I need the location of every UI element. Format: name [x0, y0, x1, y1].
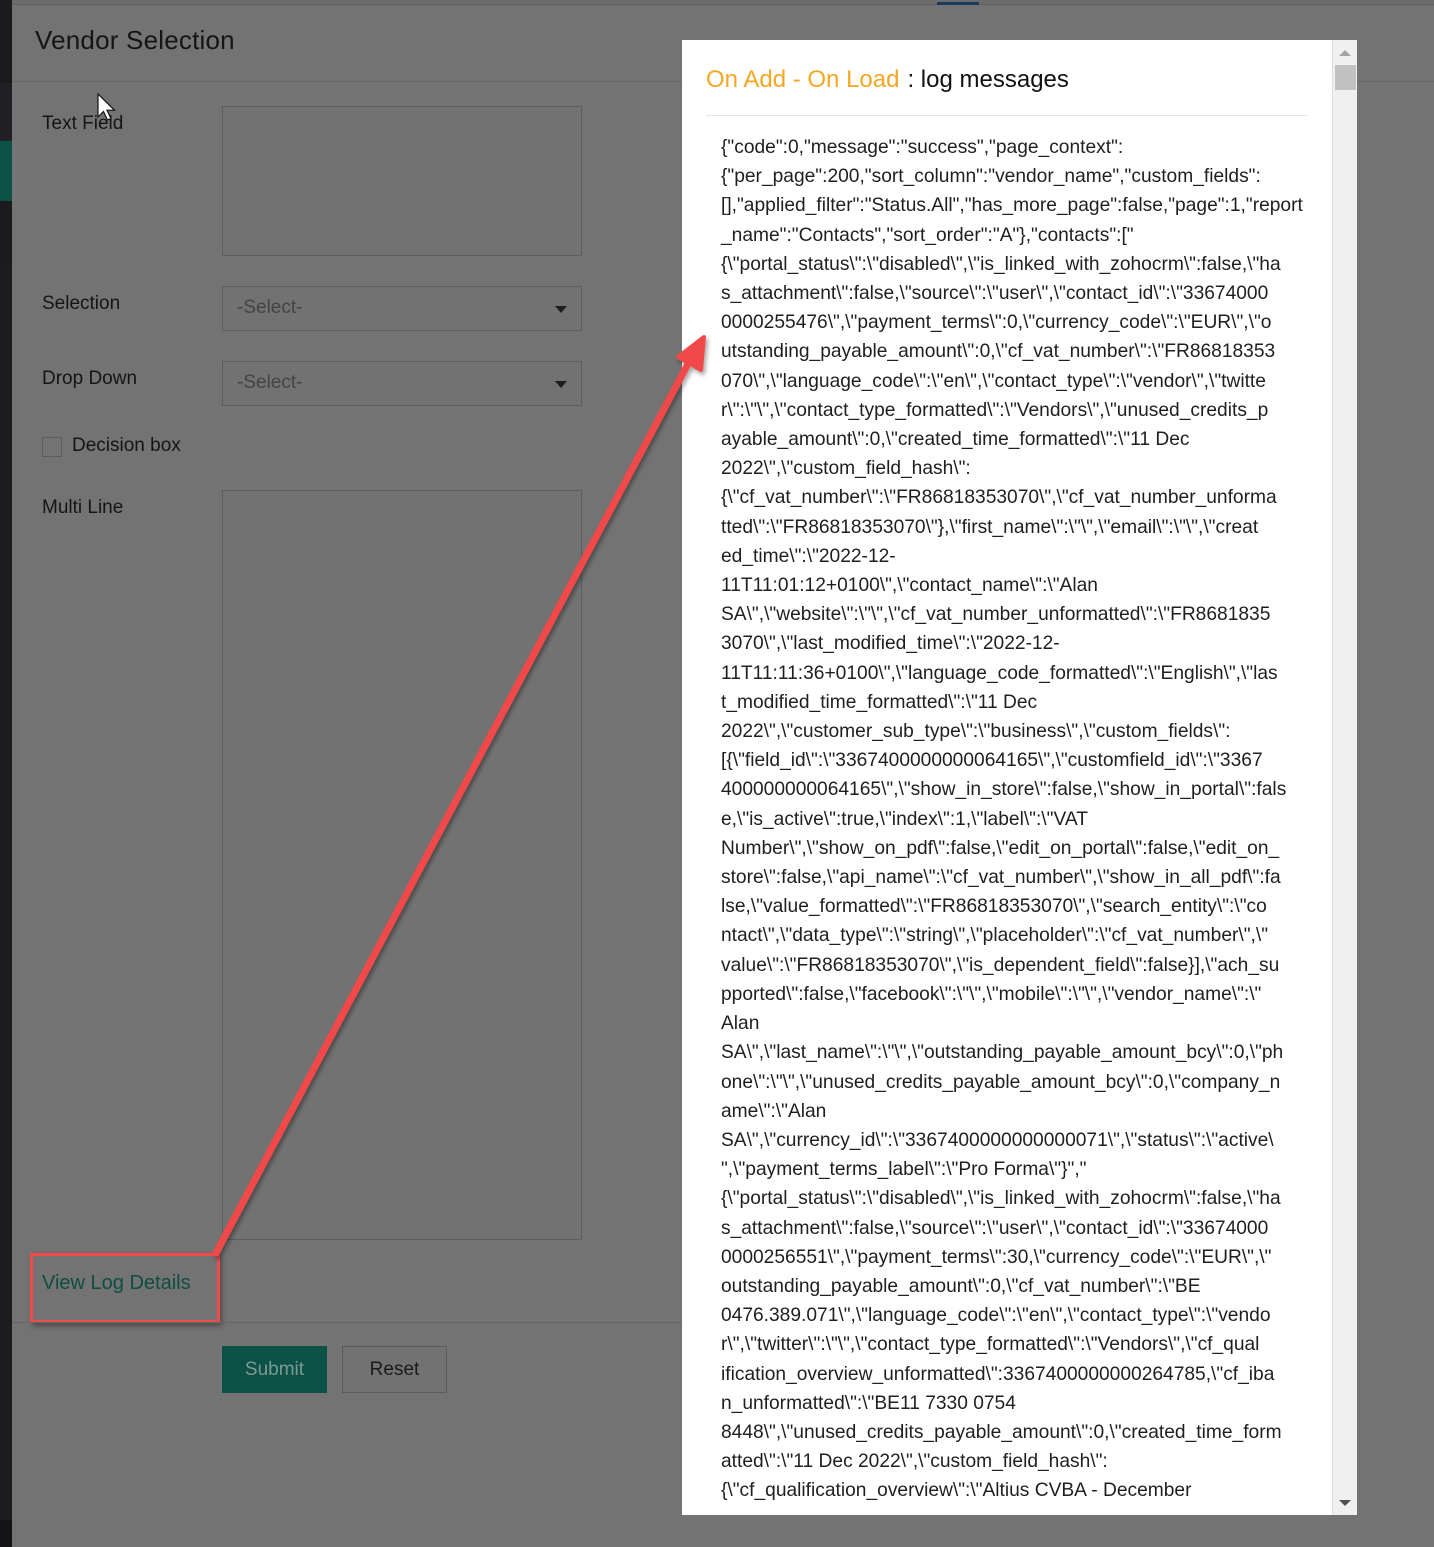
- mouse-pointer-icon: [97, 93, 116, 121]
- sidebar-segment: [0, 0, 12, 83]
- log-line: _name":"Contacts","sort_order":"A"},"con…: [721, 224, 1134, 246]
- log-line: [],"applied_filter":"Status.All","has_mo…: [721, 195, 1303, 217]
- log-line: s_attachment\":false,\"source\":\"user\"…: [721, 283, 1269, 305]
- decision-box-label: Decision box: [72, 435, 181, 456]
- page-title: Vendor Selection: [35, 25, 235, 55]
- log-line: 11T11:11:36+0100\",\"language_code_forma…: [721, 662, 1278, 684]
- sidebar-segment[interactable]: [0, 83, 12, 141]
- drop-down-label: Drop Down: [42, 368, 138, 389]
- log-line: ntact\",\"data_type\":\"string\",\"place…: [721, 925, 1269, 947]
- scroll-down-arrow-icon[interactable]: [1339, 1500, 1351, 1506]
- log-line: {\"portal_status\":\"disabled\",\"is_lin…: [721, 253, 1281, 275]
- log-line: ",\"payment_terms_label\":\"Pro Forma\"}…: [721, 1159, 1087, 1181]
- log-line: 3070\",\"last_modified_time\":\"2022-12-: [721, 633, 1060, 655]
- submit-button[interactable]: Submit: [222, 1346, 327, 1393]
- log-line: SA\",\"last_name\":\"\",\"outstanding_pa…: [721, 1042, 1284, 1064]
- log-line: ification_overview_unformatted\":3367400…: [721, 1363, 1275, 1385]
- drop-down-value: -Select-: [237, 372, 303, 393]
- log-line: t_modified_time_formatted\":\"11 Dec: [721, 691, 1038, 713]
- log-line: Alan: [721, 1013, 760, 1035]
- selection-label: Selection: [42, 293, 121, 314]
- log-line: r\",\"twitter\":\"\",\"contact_type_form…: [721, 1334, 1260, 1356]
- log-line: 2022\",\"customer_sub_type\":\"business\…: [721, 721, 1231, 743]
- log-line: one\":\"\",\"unused_credits_payable_amou…: [721, 1071, 1281, 1093]
- log-line: lse,\"value_formatted\":\"FR86818353070\…: [721, 896, 1267, 918]
- log-line: tted\":\"FR86818353070\"},\"first_name\"…: [721, 516, 1259, 538]
- log-line: r\":\"\",\"contact_type_formatted\":\"Ve…: [721, 399, 1269, 421]
- scroll-up-arrow-icon[interactable]: [1339, 50, 1351, 56]
- log-line: Number\",\"show_on_pdf\":false,\"edit_on…: [721, 837, 1280, 859]
- log-line: {\"cf_qualification_overview\":\"Altius …: [721, 1480, 1192, 1502]
- log-line: [{\"field_id\":\"3367400000000064165\",\…: [721, 750, 1263, 772]
- log-messages-modal: On Add - On Load : log messages {"code":0…: [682, 40, 1357, 1515]
- log-line: utstanding_payable_amount\":0,\"cf_vat_n…: [721, 341, 1276, 363]
- modal-divider: [706, 115, 1308, 116]
- log-line: outstanding_payable_amount\":0,\"cf_vat_…: [721, 1275, 1201, 1297]
- sidebar-segment: [0, 1520, 12, 1547]
- log-line: e,\"is_active\":true,\"index\":1,\"label…: [721, 808, 1088, 830]
- log-line: ayable_amount\":0,\"created_time_formatt…: [721, 429, 1190, 451]
- modal-title: On Add - On Load : log messages: [706, 66, 1069, 94]
- log-line: 400000000064165\",\"show_in_store\":fals…: [721, 779, 1287, 801]
- text-field-input[interactable]: [222, 106, 582, 256]
- log-line: {"code":0,"message":"success","page_cont…: [721, 137, 1124, 158]
- log-line: {"per_page":200,"sort_column":"vendor_na…: [721, 166, 1261, 188]
- log-message-body: {"code":0,"message":"success","page_cont…: [721, 133, 1303, 1506]
- log-line: {\"cf_vat_number\":\"FR86818353070\",\"c…: [721, 487, 1277, 509]
- log-line: 2022\",\"custom_field_hash\":: [721, 458, 971, 480]
- selection-select[interactable]: -Select-: [222, 286, 582, 331]
- sidebar-segment[interactable]: [0, 201, 12, 261]
- selection-value: -Select-: [237, 297, 303, 318]
- log-line: ed_time\":\"2022-12-: [721, 545, 896, 567]
- modal-title-suffix: : log messages: [907, 66, 1069, 93]
- multi-line-label: Multi Line: [42, 497, 124, 518]
- log-line: SA\",\"currency_id\":\"33674000000000000…: [721, 1129, 1274, 1151]
- log-line: {\"portal_status\":\"disabled\",\"is_lin…: [721, 1188, 1281, 1210]
- log-line: ame\":\"Alan: [721, 1100, 827, 1122]
- log-line: 0000255476\",\"payment_terms\":0,\"curre…: [721, 312, 1272, 334]
- log-line: store\":false,\"api_name\":\"cf_vat_numb…: [721, 867, 1281, 889]
- sidebar-item-active[interactable]: [0, 141, 12, 201]
- log-line: 11T11:01:12+0100\",\"contact_name\":\"Al…: [721, 575, 1098, 597]
- log-line: s_attachment\":false,\"source\":\"user\"…: [721, 1217, 1269, 1239]
- log-line: SA\",\"website\":\"\",\"cf_vat_number_un…: [721, 604, 1271, 626]
- reset-button[interactable]: Reset: [342, 1346, 447, 1393]
- footer-divider: [12, 1322, 682, 1323]
- log-line: 070\",\"language_code\":\"en\",\"contact…: [721, 370, 1266, 392]
- modal-scrollbar[interactable]: [1332, 40, 1357, 1515]
- log-line: 0000256551\",\"payment_terms\":30,\"curr…: [721, 1246, 1272, 1268]
- multi-line-textarea[interactable]: [222, 490, 582, 1240]
- log-line: value\":\"FR86818353070\",\"is_dependent…: [721, 954, 1280, 976]
- log-line: pported\":false,\"facebook\":\"\",\"mobi…: [721, 983, 1262, 1005]
- log-line: 0476.389.071\",\"language_code\":\"en\",…: [721, 1305, 1271, 1327]
- drop-down-select[interactable]: -Select-: [222, 361, 582, 406]
- annotation-highlight-box: [30, 1253, 220, 1323]
- log-line: atted\":\"11 Dec 2022\",\"custom_field_h…: [721, 1451, 1108, 1473]
- log-line: n_unformatted\":\"BE11 7330 0754: [721, 1392, 1016, 1414]
- modal-event-name: On Add - On Load: [706, 66, 900, 93]
- caret-down-icon: [555, 381, 567, 388]
- caret-down-icon: [555, 306, 567, 313]
- log-line: 8448\",\"unused_credits_payable_amount\"…: [721, 1421, 1282, 1443]
- app-sidebar: [0, 0, 12, 1547]
- decision-box-checkbox[interactable]: [42, 437, 62, 457]
- scrollbar-thumb[interactable]: [1335, 65, 1356, 90]
